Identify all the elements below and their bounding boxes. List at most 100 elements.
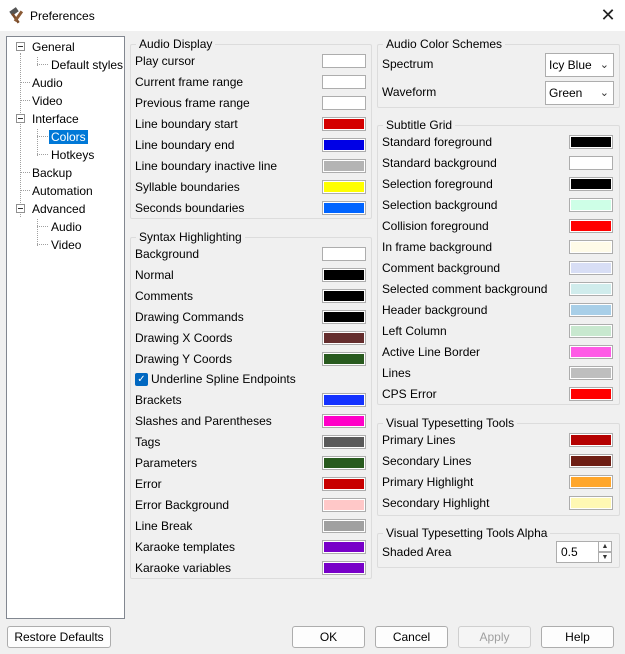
help-button[interactable]: Help (541, 626, 614, 648)
spectrum-select[interactable]: Icy Blue ⌄ (545, 53, 614, 77)
cps-error-color-swatch[interactable] (569, 387, 613, 401)
header-background-label: Header background (382, 303, 488, 317)
secondary-highlight-color-swatch[interactable] (569, 496, 613, 510)
collision-foreground-label: Collision foreground (382, 219, 489, 233)
left-column-label: Left Column (382, 324, 447, 338)
collapse-icon[interactable] (16, 42, 25, 51)
tree-item-audio[interactable]: Audio (30, 74, 65, 92)
tree-item-advanced-video[interactable]: Video (49, 236, 83, 254)
line-boundary-start-color-swatch[interactable] (322, 117, 366, 131)
window-title: Preferences (30, 9, 95, 23)
checkbox-label: Underline Spline Endpoints (151, 372, 296, 386)
tags-color-swatch[interactable] (322, 435, 366, 449)
secondary-lines-color-swatch[interactable] (569, 454, 613, 468)
color-fill (571, 347, 611, 357)
seconds-boundaries-color-swatch[interactable] (322, 201, 366, 215)
color-fill (324, 56, 364, 66)
primary-lines-color-swatch[interactable] (569, 433, 613, 447)
brackets-color-swatch[interactable] (322, 393, 366, 407)
tree-item-advanced[interactable]: Advanced (30, 200, 87, 218)
comments-color-swatch[interactable] (322, 289, 366, 303)
cps-error-label: CPS Error (382, 387, 437, 401)
tree-item-advanced-audio[interactable]: Audio (49, 218, 84, 236)
syllable-boundaries-color-swatch[interactable] (322, 180, 366, 194)
tree-item-backup[interactable]: Backup (30, 164, 74, 182)
lines-color-swatch[interactable] (569, 366, 613, 380)
close-icon: ✕ (600, 5, 616, 25)
karaoke-variables-color-swatch[interactable] (322, 561, 366, 575)
drawing-commands-color-swatch[interactable] (322, 310, 366, 324)
background-color-swatch[interactable] (322, 247, 366, 261)
standard-foreground-color-swatch[interactable] (569, 135, 613, 149)
ok-button[interactable]: OK (292, 626, 365, 648)
error-background-color-swatch[interactable] (322, 498, 366, 512)
shaded-area-spinner[interactable]: 0.5 (556, 541, 600, 563)
current-frame-range-color-swatch[interactable] (322, 75, 366, 89)
comment-background-label: Comment background (382, 261, 501, 275)
tree-item-video[interactable]: Video (30, 92, 64, 110)
color-fill (324, 77, 364, 87)
current-frame-range-label: Current frame range (135, 75, 244, 89)
primary-highlight-color-swatch[interactable] (569, 475, 613, 489)
selection-foreground-color-swatch[interactable] (569, 177, 613, 191)
color-fill (571, 326, 611, 336)
arrow-down-icon: ▼ (601, 554, 609, 561)
chevron-down-icon: ⌄ (599, 87, 609, 99)
play-cursor-color-swatch[interactable] (322, 54, 366, 68)
color-fill (571, 389, 611, 399)
restore-defaults-button[interactable]: Restore Defaults (7, 626, 111, 648)
tree-item-general[interactable]: General (30, 38, 77, 56)
standard-background-color-swatch[interactable] (569, 156, 613, 170)
header-background-color-swatch[interactable] (569, 303, 613, 317)
left-column-color-swatch[interactable] (569, 324, 613, 338)
line-boundary-inactive-line-color-swatch[interactable] (322, 159, 366, 173)
error-color-swatch[interactable] (322, 477, 366, 491)
active-line-border-color-swatch[interactable] (569, 345, 613, 359)
line-break-label: Line Break (135, 519, 193, 533)
color-fill (324, 479, 364, 489)
spectrum-value: Icy Blue (549, 58, 592, 72)
selected-comment-background-color-swatch[interactable] (569, 282, 613, 296)
tree-item-interface[interactable]: Interface (30, 110, 81, 128)
karaoke-templates-color-swatch[interactable] (322, 540, 366, 554)
color-fill (324, 521, 364, 531)
in-frame-background-color-swatch[interactable] (569, 240, 613, 254)
active-line-border-label: Active Line Border (382, 345, 481, 359)
comment-background-color-swatch[interactable] (569, 261, 613, 275)
color-fill (571, 179, 611, 189)
color-fill (324, 140, 364, 150)
line-boundary-start-label: Line boundary start (135, 117, 238, 131)
normal-color-swatch[interactable] (322, 268, 366, 282)
category-tree[interactable]: General Default styles Audio Video Inter… (6, 36, 125, 619)
color-fill (324, 354, 364, 364)
line-boundary-end-color-swatch[interactable] (322, 138, 366, 152)
tree-item-automation[interactable]: Automation (30, 182, 95, 200)
tree-item-default-styles[interactable]: Default styles (49, 56, 125, 74)
underline-spline-checkbox[interactable]: ✓ (135, 373, 148, 386)
spin-up-button[interactable]: ▲ (598, 541, 612, 552)
close-button[interactable]: ✕ (596, 5, 620, 27)
spin-down-button[interactable]: ▼ (598, 552, 612, 563)
collision-foreground-color-swatch[interactable] (569, 219, 613, 233)
selection-background-color-swatch[interactable] (569, 198, 613, 212)
collapse-icon[interactable] (16, 114, 25, 123)
waveform-select[interactable]: Green ⌄ (545, 81, 614, 105)
secondary-lines-label: Secondary Lines (382, 454, 472, 468)
previous-frame-range-color-swatch[interactable] (322, 96, 366, 110)
drawing-y-coords-color-swatch[interactable] (322, 352, 366, 366)
tree-item-colors[interactable]: Colors (49, 128, 88, 146)
color-fill (324, 249, 364, 259)
error-background-label: Error Background (135, 498, 230, 512)
collapse-icon[interactable] (16, 204, 25, 213)
tree-item-hotkeys[interactable]: Hotkeys (49, 146, 96, 164)
primary-lines-label: Primary Lines (382, 433, 456, 447)
selection-foreground-label: Selection foreground (382, 177, 493, 191)
line-break-color-swatch[interactable] (322, 519, 366, 533)
parameters-color-swatch[interactable] (322, 456, 366, 470)
color-fill (324, 161, 364, 171)
slashes-and-parentheses-color-swatch[interactable] (322, 414, 366, 428)
cancel-button[interactable]: Cancel (375, 626, 448, 648)
apply-button[interactable]: Apply (458, 626, 531, 648)
drawing-x-coords-color-swatch[interactable] (322, 331, 366, 345)
background-label: Background (135, 247, 200, 261)
